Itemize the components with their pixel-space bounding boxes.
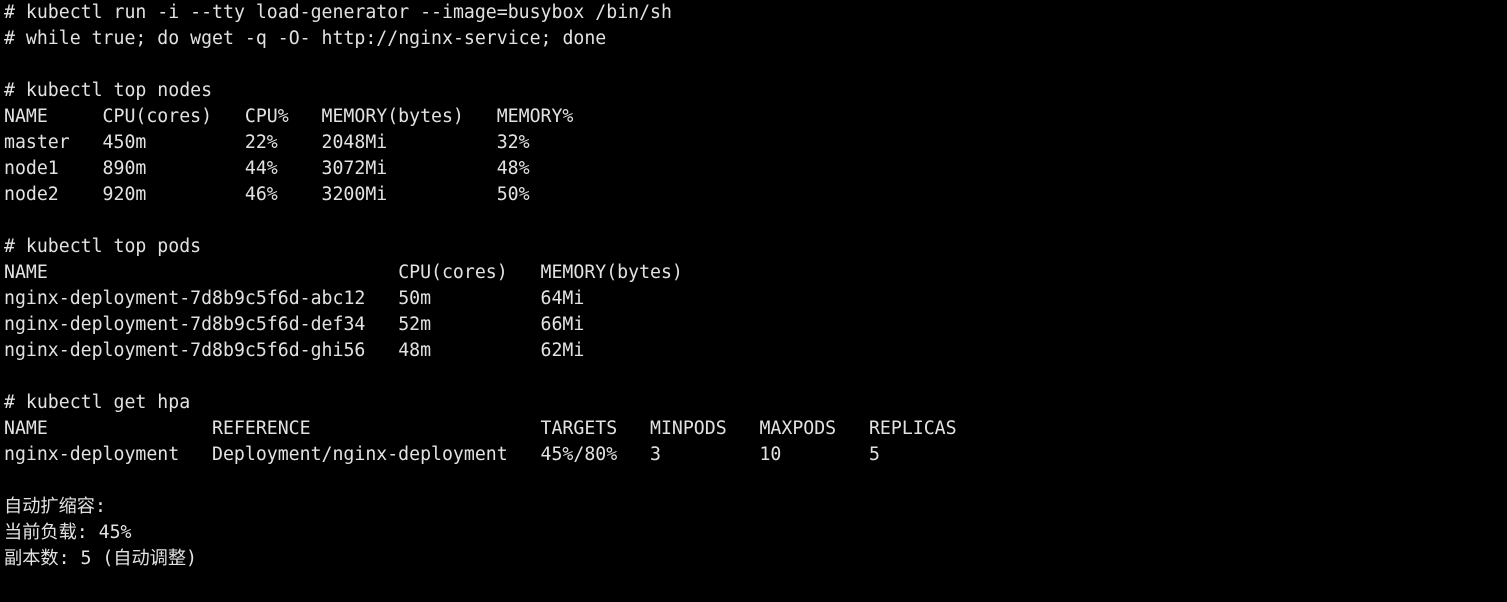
pod-cpu-cores: 50m — [398, 288, 432, 309]
node-cpu-cores: 890m — [102, 158, 147, 179]
node-cpu-percent: 44% — [244, 158, 278, 179]
table-row: master 450m 22% 2048Mi 32% — [4, 130, 1507, 156]
column-header: TARGETS — [540, 418, 618, 439]
column-header: MINPODS — [650, 418, 727, 439]
node-cpu-cores: 920m — [102, 184, 147, 205]
pod-cpu-cores: 48m — [398, 340, 432, 361]
pod-cpu-cores: 52m — [398, 314, 432, 335]
command-wget-loop: # while true; do wget -q -O- http://ngin… — [4, 28, 607, 49]
node-memory-bytes: 3200Mi — [321, 184, 388, 205]
column-header: MAXPODS — [759, 418, 837, 439]
node-cpu-percent: 22% — [244, 132, 278, 153]
pod-memory-bytes: 64Mi — [540, 288, 585, 309]
table-row: node1 890m 44% 3072Mi 48% — [4, 156, 1507, 182]
summary-current-load: 当前负载: 45% — [4, 522, 132, 543]
node-memory-bytes: 3072Mi — [321, 158, 388, 179]
column-header: REPLICAS — [868, 418, 957, 439]
hpa-table: NAME REFERENCE TARGETS MINPODS MAXPODS R… — [4, 416, 1507, 468]
terminal-window[interactable]: # kubectl run -i --tty load-generator --… — [0, 0, 1507, 602]
table-row: nginx-deployment-7d8b9c5f6d-def34 52m 66… — [4, 312, 1507, 338]
nodes-table: NAME CPU(cores) CPU% MEMORY(bytes) MEMOR… — [4, 104, 1507, 208]
column-header: CPU(cores) — [398, 262, 508, 283]
pod-memory-bytes: 62Mi — [540, 340, 585, 361]
table-row: nginx-deployment-7d8b9c5f6d-abc12 50m 64… — [4, 286, 1507, 312]
column-header: REFERENCE — [212, 418, 311, 439]
node-cpu-percent: 46% — [244, 184, 278, 205]
command-top-nodes: # kubectl top nodes — [4, 80, 213, 101]
table-row: nginx-deployment Deployment/nginx-deploy… — [4, 442, 1507, 468]
nodes-table-header: NAME CPU(cores) CPU% MEMORY(bytes) MEMOR… — [4, 104, 1507, 130]
hpa-table-header: NAME REFERENCE TARGETS MINPODS MAXPODS R… — [4, 416, 1507, 442]
hpa-targets: 45%/80% — [540, 444, 618, 465]
pod-name: nginx-deployment-7d8b9c5f6d-abc12 — [4, 288, 366, 309]
column-header: MEMORY% — [496, 106, 574, 127]
command-top-pods: # kubectl top pods — [4, 236, 202, 257]
node-name: node2 — [4, 184, 59, 205]
pod-name: nginx-deployment-7d8b9c5f6d-def34 — [4, 314, 366, 335]
pod-memory-bytes: 66Mi — [540, 314, 585, 335]
column-header: NAME — [4, 262, 48, 283]
column-header: CPU(cores) — [102, 106, 213, 127]
column-header: CPU% — [244, 106, 289, 127]
column-header: MEMORY(bytes) — [321, 106, 464, 127]
hpa-name: nginx-deployment — [4, 444, 180, 465]
table-row: node2 920m 46% 3200Mi 50% — [4, 182, 1507, 208]
pods-table: NAME CPU(cores) MEMORY(bytes) nginx-depl… — [4, 260, 1507, 364]
node-name: master — [4, 132, 70, 153]
node-memory-percent: 50% — [496, 184, 530, 205]
hpa-replicas: 5 — [868, 444, 880, 465]
pod-name: nginx-deployment-7d8b9c5f6d-ghi56 — [4, 340, 366, 361]
column-header: NAME — [4, 106, 48, 127]
hpa-minpods: 3 — [650, 444, 661, 465]
node-name: node1 — [4, 158, 59, 179]
hpa-maxpods: 10 — [759, 444, 782, 465]
node-memory-bytes: 2048Mi — [321, 132, 388, 153]
node-cpu-cores: 450m — [102, 132, 147, 153]
node-memory-percent: 32% — [496, 132, 530, 153]
pods-table-header: NAME CPU(cores) MEMORY(bytes) — [4, 260, 1507, 286]
command-get-hpa: # kubectl get hpa — [4, 392, 191, 413]
column-header: NAME — [4, 418, 48, 439]
hpa-reference: Deployment/nginx-deployment — [212, 444, 508, 465]
table-row: nginx-deployment-7d8b9c5f6d-ghi56 48m 62… — [4, 338, 1507, 364]
column-header: MEMORY(bytes) — [540, 262, 683, 283]
summary-title: 自动扩缩容: — [4, 496, 106, 517]
node-memory-percent: 48% — [496, 158, 530, 179]
summary-replica-count: 副本数: 5 (自动调整) — [4, 548, 198, 569]
command-run-load-generator: # kubectl run -i --tty load-generator --… — [4, 2, 672, 23]
